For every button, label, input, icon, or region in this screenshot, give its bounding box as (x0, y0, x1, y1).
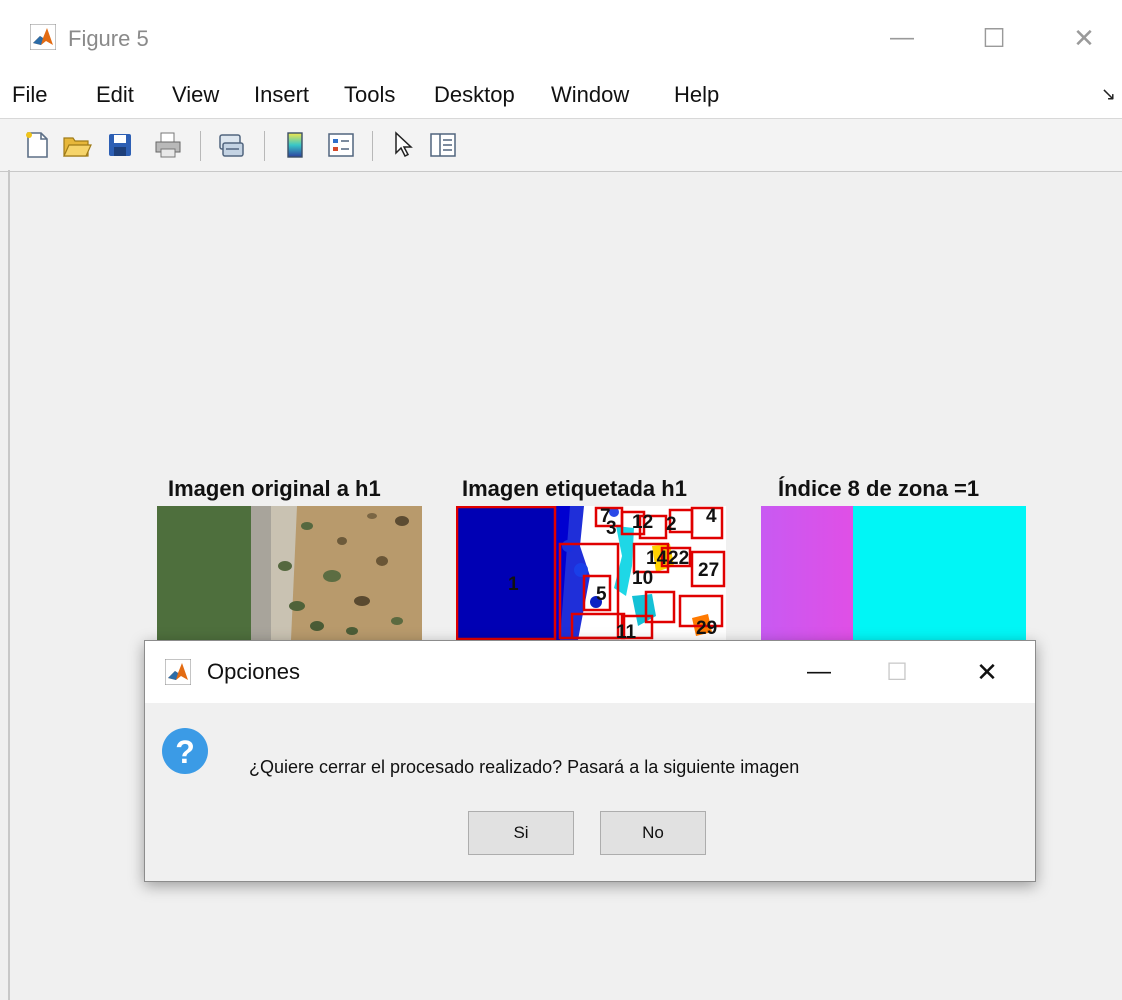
menu-edit[interactable]: Edit (96, 82, 134, 108)
yes-button[interactable]: Si (468, 811, 574, 855)
region-label: 4 (706, 506, 717, 527)
labeled-image: 1 2 3 4 5 7 10 11 12 14 22 27 29 (456, 506, 726, 640)
toolbar-separator (200, 131, 201, 161)
axes-title-original: Imagen original a h1 (168, 476, 381, 501)
axes-title-labeled: Imagen etiquetada h1 (462, 476, 687, 501)
region-label: 27 (698, 560, 719, 581)
maximize-button[interactable]: ☐ (974, 18, 1014, 58)
question-icon: ? (162, 728, 208, 774)
insert-colorbar-icon[interactable] (278, 128, 312, 162)
menu-help[interactable]: Help (674, 82, 719, 108)
property-inspector-icon[interactable] (426, 128, 460, 162)
dialog-message: ¿Quiere cerrar el procesado realizado? P… (249, 757, 800, 777)
region-label: 1 (508, 574, 519, 595)
region-label: 7 (600, 506, 611, 527)
axes-title-index: Índice 8 de zona =1 (778, 476, 980, 501)
menu-desktop[interactable]: Desktop (434, 82, 515, 108)
toolbar-separator (372, 131, 373, 161)
region-label: 5 (596, 584, 607, 605)
menu-tools[interactable]: Tools (344, 82, 395, 108)
menu-bar: File Edit View Insert Tools Desktop Wind… (0, 74, 1122, 119)
figure-window: Figure 5 — ☐ ✕ File Edit View Insert Too… (0, 0, 1122, 1000)
region-label: 29 (696, 618, 717, 639)
dialog-close-button[interactable]: ✕ (967, 652, 1007, 692)
save-icon[interactable] (103, 128, 137, 162)
window-title: Figure 5 (68, 26, 149, 51)
dock-arrow-icon[interactable]: ↘ (1101, 84, 1116, 105)
options-dialog: Opciones — ☐ ✕ ? ¿Quiere cerrar el proce… (144, 640, 1036, 882)
index-image (761, 506, 1026, 640)
no-button[interactable]: No (600, 811, 706, 855)
svg-text:?: ? (175, 734, 195, 770)
dialog-title: Opciones (207, 659, 300, 684)
region-label: 11 (616, 622, 637, 640)
menu-window[interactable]: Window (551, 82, 629, 108)
close-button[interactable]: ✕ (1064, 18, 1104, 58)
minimize-button[interactable]: — (882, 18, 922, 58)
insert-legend-icon[interactable] (324, 128, 358, 162)
menu-insert[interactable]: Insert (254, 82, 309, 108)
region-label: 2 (666, 514, 677, 535)
dialog-maximize-button: ☐ (886, 658, 908, 686)
dialog-titlebar: Opciones — ☐ ✕ (145, 641, 1035, 703)
dialog-minimize-button[interactable]: — (799, 652, 839, 692)
region-label: 14 (646, 548, 668, 569)
open-file-icon[interactable] (60, 128, 94, 162)
matlab-logo-icon (165, 659, 191, 685)
figure-border (8, 170, 10, 1000)
edit-plot-icon[interactable] (386, 128, 420, 162)
link-plot-icon[interactable] (214, 128, 248, 162)
toolbar-separator (264, 131, 265, 161)
matlab-logo-icon (30, 24, 56, 50)
menu-file[interactable]: File (12, 82, 47, 108)
menu-view[interactable]: View (172, 82, 219, 108)
original-image (157, 506, 422, 640)
region-label: 10 (632, 568, 653, 589)
figure-titlebar: Figure 5 — ☐ ✕ (0, 0, 1122, 74)
new-figure-icon[interactable] (20, 128, 54, 162)
figure-toolbar (0, 119, 1122, 172)
region-label: 12 (632, 512, 653, 533)
print-icon[interactable] (151, 128, 185, 162)
region-label: 22 (668, 548, 689, 569)
